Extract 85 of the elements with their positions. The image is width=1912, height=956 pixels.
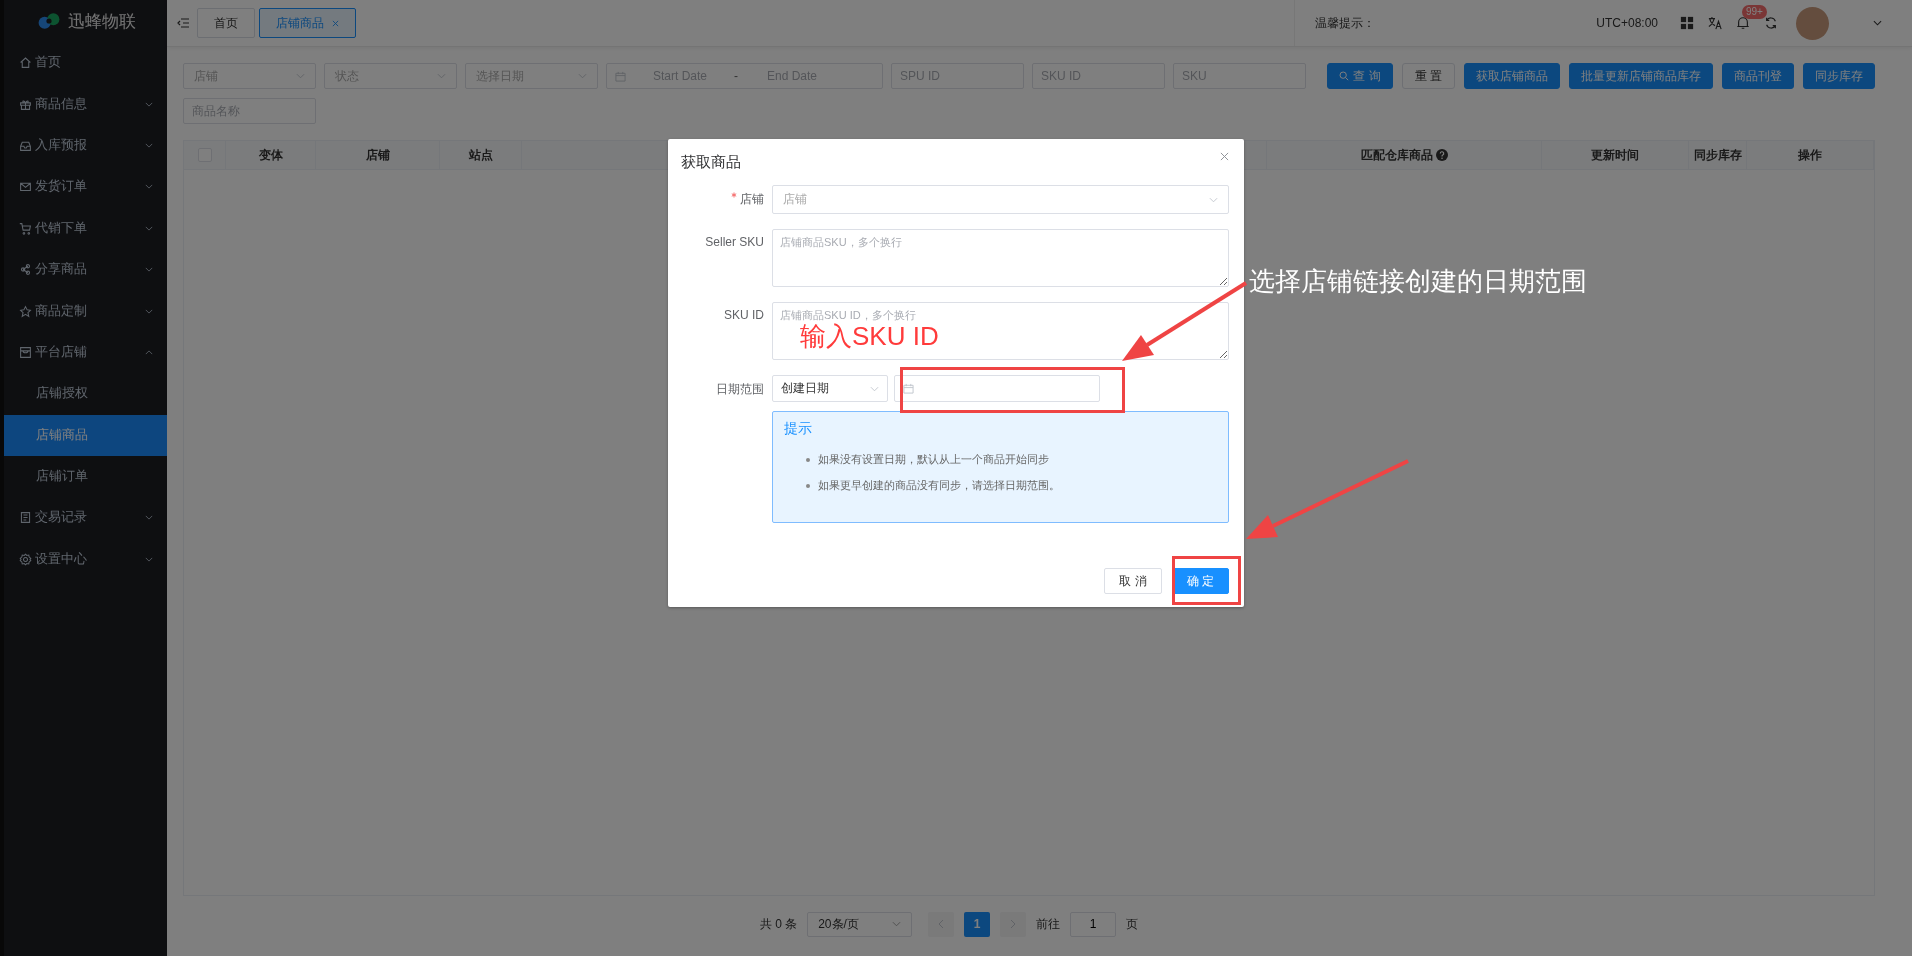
store-icon [19, 345, 32, 359]
annotation-text: 输入SKU ID [800, 322, 939, 351]
sidebar-item[interactable]: 交易记录 [4, 497, 167, 539]
highlight-frame [1172, 556, 1241, 605]
dialog-button[interactable]: 取 消 [1104, 568, 1162, 594]
chevron-left-icon [938, 919, 945, 929]
gift-icon [19, 97, 32, 111]
required-icon [731, 192, 737, 198]
search-icon [1339, 71, 1350, 81]
action-button[interactable]: 查 询 [1327, 63, 1393, 89]
column-header: 站点 [440, 141, 522, 169]
field-label: SKU ID [724, 308, 764, 322]
sidebar-item[interactable]: 首页 [4, 42, 167, 84]
refresh-icon[interactable] [1764, 16, 1778, 30]
settings-icon [19, 552, 32, 566]
calendar-icon [903, 383, 914, 394]
notification-badge: 99+ [1742, 5, 1767, 19]
action-button[interactable]: 批量更新店铺商品库存 [1569, 63, 1713, 89]
help-icon[interactable] [1435, 149, 1448, 161]
text-area[interactable]: 店铺商品SKU，多个换行 [772, 229, 1229, 287]
column-header: 店铺 [316, 141, 440, 169]
sidebar-item[interactable]: 入库预报 [4, 124, 167, 167]
cart-icon [19, 221, 32, 235]
bullet-icon [806, 483, 810, 488]
page-number[interactable]: 1 [964, 911, 991, 937]
bell-icon[interactable] [1736, 16, 1750, 30]
tip-text: 如果更早创建的商品没有同步，请选择日期范围。 [818, 478, 1060, 493]
document-icon [19, 511, 32, 525]
date-type-dropdown[interactable]: 创建日期 [772, 375, 888, 402]
field-label: Seller SKU [705, 235, 764, 249]
goto-label: 前往 [1036, 915, 1061, 933]
date-range-field[interactable] [894, 375, 1100, 402]
calendar-icon [615, 70, 626, 82]
sidebar-item[interactable]: 平台店铺 [4, 331, 167, 374]
sidebar-item[interactable]: 发货订单 [4, 166, 167, 208]
chevron-icon [296, 73, 305, 79]
sidebar-subitem[interactable]: 店铺订单 [4, 455, 167, 498]
chevron-icon [578, 73, 587, 79]
collapse-menu-icon[interactable] [177, 18, 189, 28]
chevron-right-icon [1010, 919, 1017, 929]
chevron-icon [870, 385, 879, 392]
timezone-label: UTC+08:00 [1596, 16, 1658, 30]
chevron-icon [1209, 196, 1218, 203]
chevron-icon[interactable] [1873, 20, 1882, 26]
annotation-text: 选择店铺链接创建的日期范围 [1249, 267, 1587, 296]
field-label: 日期范围 [716, 381, 764, 398]
chevron-icon [892, 921, 902, 927]
envelope-icon [19, 180, 32, 194]
translate-icon[interactable] [1708, 16, 1722, 30]
page-size-dropdown[interactable]: 20条/页 [807, 911, 913, 937]
share-icon [19, 263, 32, 277]
action-button[interactable]: 同步库存 [1803, 63, 1875, 89]
column-header: 匹配仓库商品 [1267, 141, 1542, 169]
page-input[interactable]: 1 [1070, 911, 1117, 937]
sidebar-item[interactable]: 商品定制 [4, 290, 167, 332]
sidebar-item[interactable]: 分享商品 [4, 248, 167, 291]
tip-title: 提示 [784, 420, 813, 438]
brand-name: 迅蜂物联 [67, 10, 136, 33]
sidebar-subitem[interactable]: 店铺授权 [4, 373, 167, 415]
column-header: 操作 [1747, 141, 1874, 169]
chevron-icon [437, 73, 446, 79]
sidebar-subitem[interactable]: 店铺商品 [4, 414, 167, 456]
home-icon [19, 56, 32, 70]
page-tab[interactable]: 店铺商品 [259, 8, 356, 38]
dialog-title: 获取商品 [681, 152, 741, 172]
column-header: 同步库存 [1689, 141, 1747, 169]
grid-icon[interactable] [1680, 16, 1694, 30]
sidebar-item[interactable]: 设置中心 [4, 538, 167, 581]
field-label: 店铺 [740, 191, 764, 208]
column-header: 更新时间 [1542, 141, 1689, 169]
page-suffix: 页 [1126, 915, 1139, 933]
column-header: 变体 [226, 141, 316, 169]
close-icon[interactable] [1220, 151, 1229, 161]
badge-icon [19, 304, 32, 318]
store-dropdown[interactable]: 店铺 [772, 185, 1229, 214]
tip-text: 如果没有设置日期，默认从上一个商品开始同步 [818, 452, 1049, 467]
notice-label: 温馨提示： [1315, 14, 1375, 32]
action-button[interactable]: 获取店铺商品 [1464, 63, 1560, 89]
bullet-icon [806, 457, 810, 462]
sidebar-item[interactable]: 代销下单 [4, 207, 167, 249]
sidebar-item[interactable]: 商品信息 [4, 83, 167, 125]
action-button[interactable]: 重 置 [1401, 63, 1455, 89]
action-button[interactable]: 商品刊登 [1722, 63, 1794, 89]
total-count: 共 0 条 [759, 915, 798, 933]
page-tab[interactable]: 首页 [197, 8, 255, 38]
